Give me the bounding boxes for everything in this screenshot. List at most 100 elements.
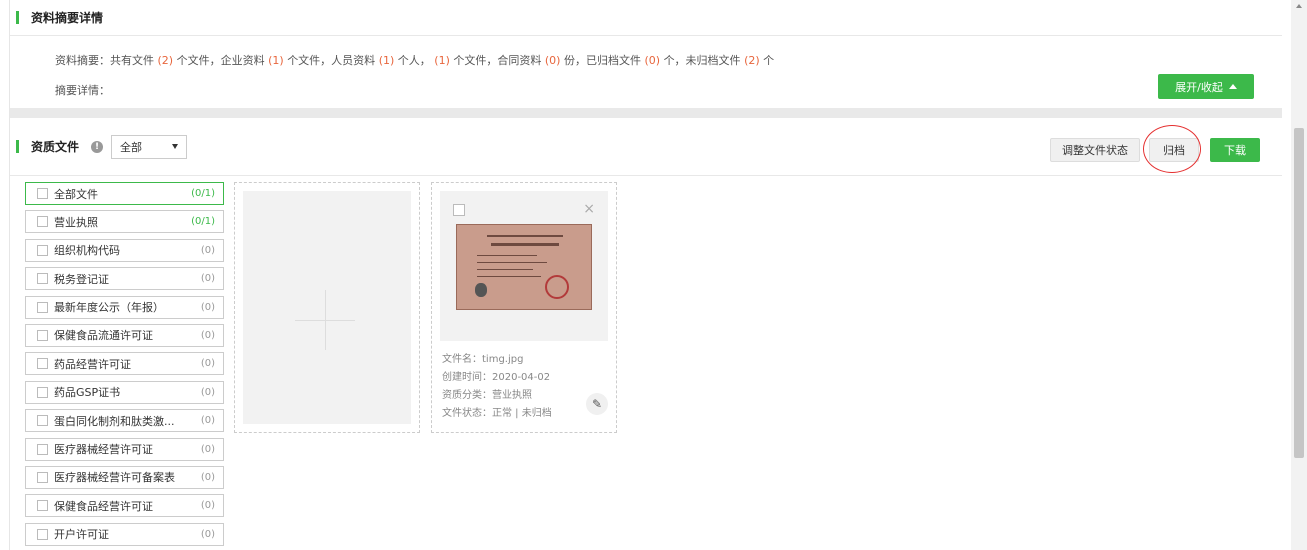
file-status: 文件状态：正常 | 未归档 — [442, 408, 552, 419]
archive-button[interactable]: 归档 — [1149, 138, 1199, 162]
category-count: (0/1) — [191, 188, 215, 199]
expand-collapse-button[interactable]: 展开/收起 — [1158, 74, 1254, 99]
personnel-files-count: (1) — [434, 54, 450, 67]
category-item[interactable]: 营业执照 (0/1) — [25, 210, 224, 234]
category-item[interactable]: 组织机构代码 (0) — [25, 238, 224, 262]
category-item[interactable]: 保健食品经营许可证 (0) — [25, 494, 224, 518]
category-count: (0) — [200, 528, 215, 540]
scrollbar-thumb[interactable] — [1294, 128, 1304, 458]
total-files-count: (2) — [157, 54, 174, 67]
category-checkbox[interactable] — [37, 358, 48, 370]
category-count: (0) — [200, 471, 215, 483]
close-icon[interactable]: × — [583, 201, 595, 217]
contract-count: (0) — [544, 54, 561, 67]
file-card[interactable]: × 文件名：timg.jpg 创建时间：2020-04-02 资质分类：营业执照… — [431, 182, 617, 433]
main-panel: 资料摘要详情 资料摘要：共有文件 (2) 个文件，企业资料 (1) 个文件，人员… — [9, 0, 1282, 550]
section-divider — [10, 108, 1282, 118]
dropdown-arrow-icon — [172, 144, 179, 149]
summary-section-title: 资料摘要详情 — [31, 11, 104, 25]
category-count: (0/1) — [191, 216, 215, 228]
category-count: (0) — [200, 329, 215, 341]
category-checkbox[interactable] — [37, 500, 48, 512]
category-checkbox[interactable] — [37, 329, 48, 341]
category-label: 保健食品经营许可证 — [54, 499, 153, 513]
filter-select-value: 全部 — [120, 140, 143, 154]
category-list: 全部文件 (0/1) 营业执照 (0/1) 组织机构代码 (0) 税务登记证 (0) 最新年度公… — [25, 182, 224, 550]
file-category: 资质分类：营业执照 — [442, 390, 532, 401]
info-icon[interactable]: ! — [91, 140, 104, 153]
upload-dropzone[interactable] — [243, 191, 411, 424]
category-item[interactable]: 药品GSP证书 (0) — [25, 380, 224, 404]
category-count: (0) — [200, 386, 215, 398]
category-checkbox[interactable] — [37, 386, 48, 398]
file-checkbox[interactable] — [453, 204, 465, 216]
category-checkbox[interactable] — [37, 528, 48, 540]
summary-text: 资料摘要：共有文件 (2) 个文件，企业资料 (1) 个文件，人员资料 (1) … — [55, 52, 774, 68]
category-item[interactable]: 最新年度公示（年报） (0) — [25, 295, 224, 319]
category-checkbox[interactable] — [37, 244, 48, 256]
filter-select[interactable]: 全部 — [111, 134, 188, 159]
summary-text-part: 个文件，人员资料 — [287, 54, 376, 67]
category-label: 开户许可证 — [54, 528, 109, 542]
category-checkbox[interactable] — [37, 188, 48, 199]
category-item[interactable]: 蛋白同化制剂和肽类激... (0) — [25, 409, 224, 433]
company-files-count: (1) — [268, 54, 284, 67]
category-label: 药品GSP证书 — [54, 386, 121, 400]
unarchived-count: (2) — [744, 54, 760, 67]
category-label: 营业执照 — [54, 215, 98, 229]
category-count: (0) — [200, 301, 215, 313]
adjust-status-button[interactable]: 调整文件状态 — [1050, 138, 1140, 162]
summary-text-part: 份，已归档文件 — [563, 54, 641, 67]
category-label: 组织机构代码 — [54, 244, 120, 258]
download-button[interactable]: 下载 — [1210, 138, 1260, 162]
expand-collapse-label: 展开/收起 — [1175, 80, 1223, 94]
category-item[interactable]: 全部文件 (0/1) — [25, 182, 224, 205]
summary-text-part: 资料摘要：共有文件 — [55, 54, 154, 67]
summary-text-part: 个文件，合同资料 — [453, 54, 542, 67]
personnel-count: (1) — [378, 54, 395, 67]
scrollbar[interactable] — [1291, 0, 1307, 550]
section-accent-bar — [16, 11, 19, 24]
category-count: (0) — [200, 415, 215, 427]
upload-card[interactable] — [234, 182, 420, 433]
category-item[interactable]: 医疗器械经营许可备案表 (0) — [25, 465, 224, 489]
category-count: (0) — [200, 244, 215, 256]
category-item[interactable]: 开户许可证 (0) — [25, 522, 224, 546]
summary-body: 资料摘要：共有文件 (2) 个文件，企业资料 (1) 个文件，人员资料 (1) … — [10, 36, 1282, 108]
file-info: 文件名：timg.jpg 创建时间：2020-04-02 资质分类：营业执照 文… — [442, 351, 552, 423]
plus-icon — [325, 290, 326, 350]
category-label: 税务登记证 — [54, 272, 109, 286]
category-item[interactable]: 药品经营许可证 (0) — [25, 352, 224, 376]
docs-section-header: 资质文件 ! 全部 调整文件状态 归档 下载 — [10, 118, 1282, 176]
section-accent-bar — [16, 140, 19, 153]
file-name: 文件名：timg.jpg — [442, 354, 524, 365]
summary-text-part: 个 — [763, 54, 775, 67]
category-label: 医疗器械经营许可备案表 — [54, 471, 175, 485]
category-checkbox[interactable] — [37, 273, 48, 285]
archived-count: (0) — [644, 54, 661, 67]
category-checkbox[interactable] — [37, 301, 48, 313]
file-created-date: 创建时间：2020-04-02 — [442, 372, 551, 383]
license-image — [456, 224, 592, 310]
category-count: (0) — [200, 273, 215, 285]
summary-text-part: 个人， — [397, 54, 431, 67]
summary-text-part: 个，未归档文件 — [663, 54, 741, 67]
category-checkbox[interactable] — [37, 443, 48, 455]
category-item[interactable]: 医疗器械经营许可证 (0) — [25, 437, 224, 461]
category-checkbox[interactable] — [37, 415, 48, 427]
category-item[interactable]: 保健食品流通许可证 (0) — [25, 323, 224, 347]
edit-icon[interactable]: ✎ — [586, 393, 608, 415]
category-count: (0) — [200, 443, 215, 455]
caret-up-icon — [1228, 84, 1237, 89]
file-thumbnail[interactable]: × — [440, 191, 608, 341]
category-label: 全部文件 — [54, 187, 98, 201]
category-checkbox[interactable] — [37, 216, 48, 228]
category-label: 医疗器械经营许可证 — [54, 443, 153, 457]
category-label: 保健食品流通许可证 — [54, 329, 153, 343]
summary-detail-label: 摘要详情： — [55, 84, 110, 97]
scroll-up-icon[interactable] — [1296, 4, 1302, 8]
summary-text-part: 个文件，企业资料 — [176, 54, 265, 67]
category-checkbox[interactable] — [37, 471, 48, 483]
category-label: 药品经营许可证 — [54, 357, 131, 371]
category-item[interactable]: 税务登记证 (0) — [25, 267, 224, 291]
